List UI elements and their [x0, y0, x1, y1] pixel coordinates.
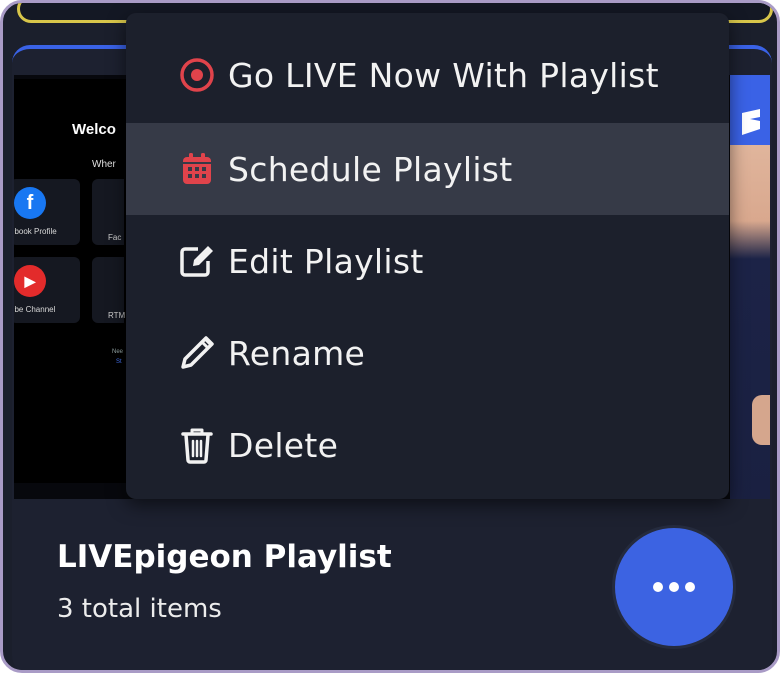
playlist-options-menu: Go LIVE Now With Playlist Schedule Playl… [126, 13, 729, 499]
playlist-card-frame: Welco Wher f ebook Profile Fac ▶ ube Cha… [0, 0, 780, 673]
menu-item-schedule[interactable]: Schedule Playlist [126, 123, 729, 215]
thumbnail-welcome-text: Welco [72, 121, 116, 138]
livepigeon-logo-icon [738, 107, 762, 135]
youtube-icon: ▶ [14, 265, 46, 297]
more-dot-icon [669, 582, 679, 592]
menu-item-label: Schedule Playlist [228, 149, 513, 189]
menu-item-label: Delete [228, 425, 339, 465]
facebook-profile-tile: f ebook Profile [14, 179, 80, 245]
pencil-icon [178, 334, 216, 372]
menu-item-go-live[interactable]: Go LIVE Now With Playlist [126, 29, 729, 121]
tile-label: ube Channel [14, 305, 56, 314]
more-dot-icon [685, 582, 695, 592]
thumbnail-tiny-link: St [116, 359, 122, 365]
menu-item-label: Edit Playlist [228, 241, 424, 281]
playlist-item-count: 3 total items [57, 594, 222, 624]
youtube-channel-tile: ▶ ube Channel [14, 257, 80, 323]
more-options-button[interactable] [612, 525, 736, 649]
menu-item-rename[interactable]: Rename [126, 307, 729, 399]
trash-icon [178, 426, 216, 464]
rtmp-tile: RTM [92, 257, 126, 323]
tile-label: ebook Profile [14, 227, 57, 236]
calendar-icon [178, 150, 216, 188]
presenter-photo [730, 145, 770, 499]
edit-icon [178, 242, 216, 280]
tile-label: Fac [108, 233, 122, 242]
facebook-page-tile: Fac [92, 179, 124, 245]
menu-item-label: Go LIVE Now With Playlist [228, 55, 659, 95]
menu-item-edit[interactable]: Edit Playlist [126, 215, 729, 307]
thumbnail-where-text: Wher [92, 159, 116, 170]
tile-label: RTM [108, 311, 126, 320]
thumbnail-tiny-text: Nee [112, 349, 124, 355]
record-icon [178, 56, 216, 94]
menu-item-label: Rename [228, 333, 366, 373]
more-dot-icon [653, 582, 663, 592]
facebook-icon: f [14, 187, 46, 219]
playlist-title: LIVEpigeon Playlist [57, 539, 392, 575]
menu-item-delete[interactable]: Delete [126, 399, 729, 491]
presenter-hand [752, 395, 770, 445]
